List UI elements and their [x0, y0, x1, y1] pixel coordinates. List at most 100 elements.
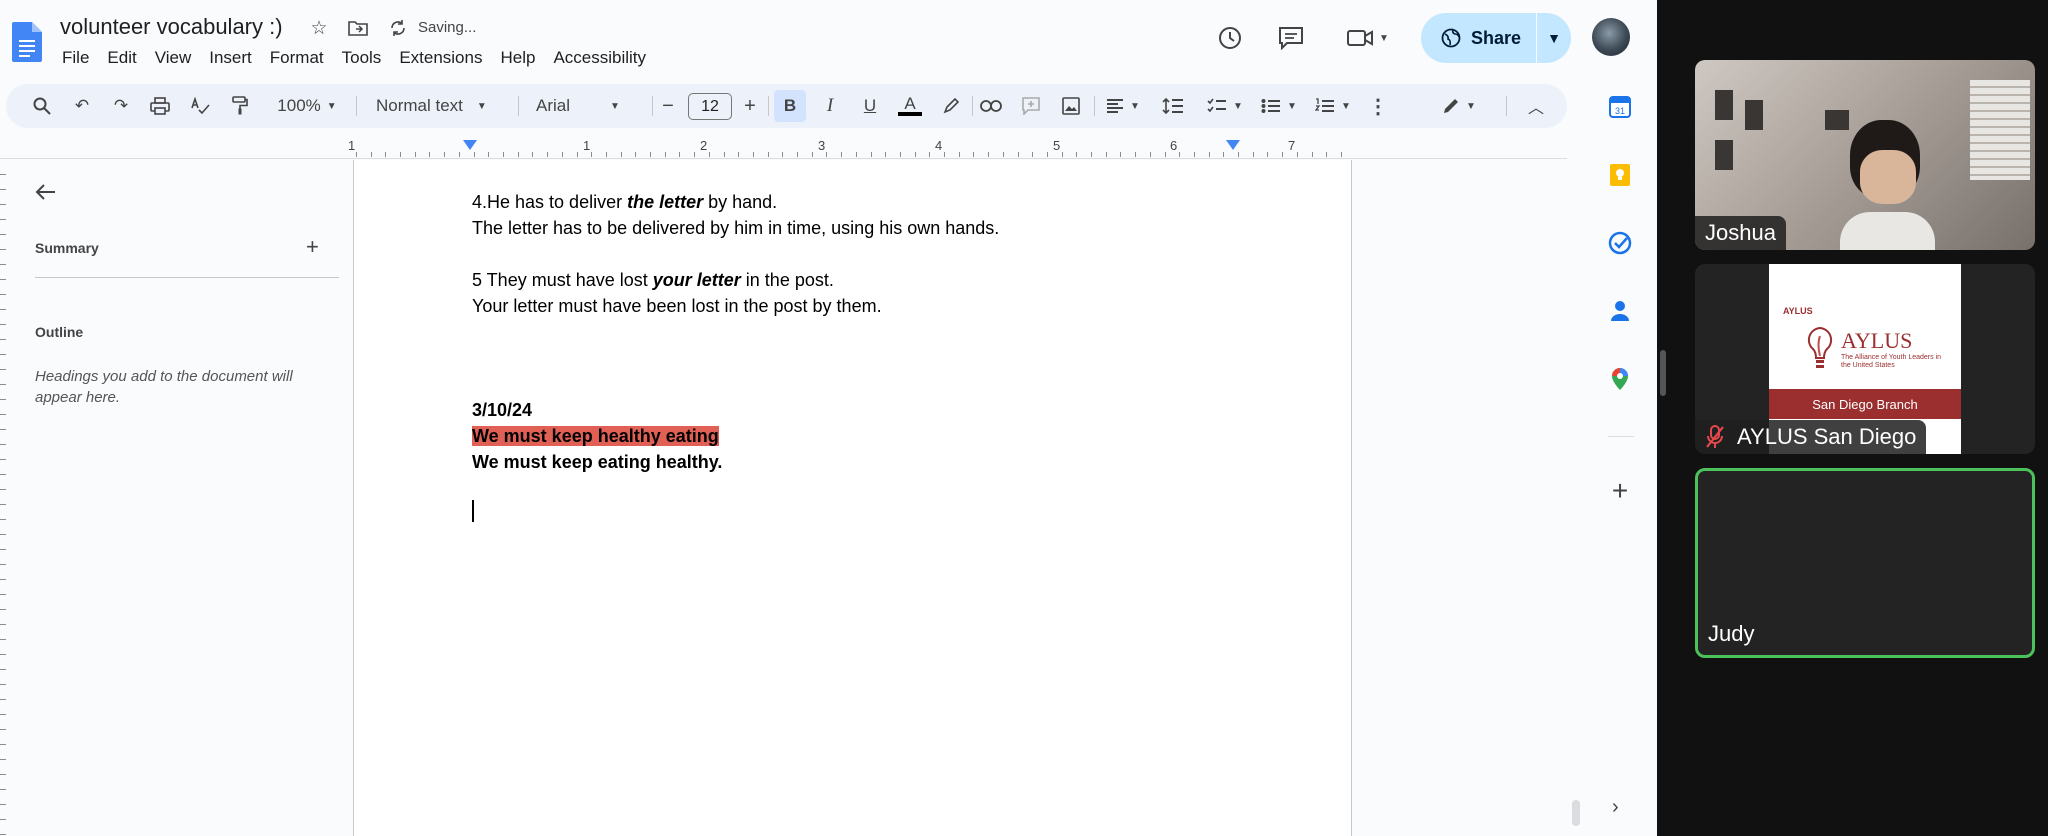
redo-icon[interactable]: ↷ — [107, 90, 135, 122]
star-icon[interactable]: ☆ — [307, 16, 331, 40]
style-select[interactable]: Normal text ▼ — [368, 90, 508, 122]
doc-line-5-emphasis: your letter — [652, 270, 741, 290]
left-indent-marker-icon[interactable] — [463, 140, 477, 150]
menu-file[interactable]: File — [62, 46, 98, 70]
numbered-list-icon[interactable]: ▼ — [1310, 90, 1356, 122]
line-spacing-icon[interactable] — [1156, 90, 1190, 122]
horizontal-ruler[interactable]: 1 1 2 3 4 5 6 7 — [0, 138, 1567, 160]
menu-tools[interactable]: Tools — [342, 46, 391, 70]
doc-line-5-prefix: 5 They must have lost — [472, 270, 653, 290]
ruler-tick — [356, 152, 357, 157]
underline-button[interactable]: U — [855, 90, 885, 122]
document-page[interactable] — [353, 160, 1352, 836]
ruler-number: 6 — [1170, 138, 1178, 153]
add-comment-icon[interactable] — [1016, 90, 1046, 122]
ruler-tick — [1209, 152, 1210, 157]
doc-line-4[interactable]: 4.He has to deliver the letter by hand. — [472, 192, 777, 213]
right-indent-marker-icon[interactable] — [1226, 140, 1240, 150]
ruler-tick — [1106, 152, 1107, 157]
menu-accessibility[interactable]: Accessibility — [553, 46, 655, 70]
window-split-handle[interactable] — [1660, 350, 1666, 396]
menu-edit[interactable]: Edit — [107, 46, 145, 70]
ruler-tick — [1150, 152, 1151, 157]
doc-line-5-rewrite[interactable]: Your letter must have been lost in the p… — [472, 296, 882, 317]
paint-format-icon[interactable] — [226, 90, 254, 122]
undo-icon[interactable]: ↶ — [68, 90, 96, 122]
share-button[interactable]: Share — [1421, 13, 1536, 63]
insert-link-icon[interactable] — [976, 90, 1006, 122]
doc-line-4-emphasis: the letter — [627, 192, 704, 212]
ruler-tick — [885, 152, 886, 157]
doc-wrong-sentence[interactable]: We must keep healthy eating — [472, 426, 719, 447]
participant-name: AYLUS San Diego — [1737, 424, 1917, 449]
ruler-number: 1 — [348, 138, 356, 153]
italic-button[interactable]: I — [815, 90, 845, 122]
tasks-icon[interactable] — [1605, 228, 1635, 258]
contacts-icon[interactable] — [1605, 296, 1635, 326]
docs-logo-icon[interactable] — [12, 22, 42, 62]
participant-tile-judy[interactable]: Judy — [1695, 468, 2035, 658]
toolbar-divider — [356, 96, 357, 116]
ruler-tick — [474, 152, 475, 157]
text-color-letter: A — [904, 94, 916, 113]
doc-date[interactable]: 3/10/24 — [472, 400, 532, 421]
maps-icon[interactable] — [1605, 364, 1635, 394]
outline-divider — [35, 277, 339, 278]
ruler-tick — [929, 152, 930, 157]
keep-icon[interactable] — [1605, 160, 1635, 190]
ruler-tick — [400, 152, 401, 157]
hide-menus-chevron-up-icon[interactable]: ︿ — [1522, 90, 1550, 122]
zoom-select[interactable]: 100% ▼ — [266, 90, 348, 122]
highlight-pen-icon[interactable] — [936, 90, 966, 122]
menu-extensions[interactable]: Extensions — [399, 46, 491, 70]
bulleted-list-icon[interactable]: ▼ — [1256, 90, 1302, 122]
menu-insert[interactable]: Insert — [209, 46, 261, 70]
font-size-input[interactable]: 12 — [688, 93, 732, 120]
text-color-button[interactable]: A — [895, 90, 925, 122]
ruler-tick — [503, 152, 504, 157]
meet-icon[interactable]: ▼ — [1342, 22, 1394, 54]
menu-help[interactable]: Help — [500, 46, 544, 70]
account-avatar[interactable] — [1592, 18, 1630, 56]
print-icon[interactable] — [146, 90, 174, 122]
ruler-tick — [973, 152, 974, 157]
ruler-tick — [650, 152, 651, 157]
participant-tile-aylus-san-diego[interactable]: AYLUS AYLUS The Alliance of Youth Leader… — [1695, 264, 2035, 454]
search-menus-icon[interactable] — [28, 90, 56, 122]
spellcheck-icon[interactable] — [186, 90, 214, 122]
align-left-icon[interactable]: ▼ — [1100, 90, 1146, 122]
document-title[interactable]: volunteer vocabulary :) — [60, 14, 283, 40]
ruler-tick — [738, 152, 739, 157]
share-options-caret-icon[interactable]: ▼ — [1537, 13, 1571, 63]
bold-button[interactable]: B — [774, 90, 806, 122]
editing-mode-icon[interactable]: ▼ — [1434, 90, 1484, 122]
ruler-tick — [988, 152, 989, 157]
saving-sync-icon — [386, 16, 410, 40]
calendar-icon[interactable]: 31 — [1605, 92, 1635, 122]
toolbar-divider — [518, 96, 519, 116]
get-addons-plus-icon[interactable]: + — [1605, 475, 1635, 506]
text-color-swatch — [898, 112, 922, 116]
menu-format[interactable]: Format — [270, 46, 333, 70]
insert-image-icon[interactable] — [1056, 90, 1086, 122]
version-history-icon[interactable] — [1214, 22, 1246, 54]
comments-icon[interactable] — [1275, 22, 1307, 54]
participant-tile-joshua[interactable]: Joshua — [1695, 60, 2035, 250]
ruler-tick — [1282, 152, 1283, 157]
ruler-tick — [444, 152, 445, 157]
doc-line-5[interactable]: 5 They must have lost your letter in the… — [472, 270, 834, 291]
increase-font-size-icon[interactable]: + — [738, 90, 762, 122]
horizontal-scrollbar[interactable] — [1572, 800, 1580, 826]
menu-view[interactable]: View — [155, 46, 201, 70]
doc-correct-sentence[interactable]: We must keep eating healthy. — [472, 452, 722, 473]
decrease-font-size-icon[interactable]: − — [656, 90, 680, 122]
show-side-panel-chevron-right-icon[interactable]: › — [1612, 796, 1619, 819]
font-select[interactable]: Arial ▼ — [528, 90, 646, 122]
move-folder-icon[interactable] — [346, 16, 370, 40]
checklist-icon[interactable]: ▼ — [1202, 90, 1248, 122]
doc-line-4-suffix: by hand. — [703, 192, 778, 212]
close-outline-arrow-left-icon[interactable] — [34, 180, 60, 206]
add-summary-plus-icon[interactable]: + — [306, 234, 319, 260]
more-options-icon[interactable]: ⋮ — [1368, 90, 1388, 122]
doc-line-4-rewrite[interactable]: The letter has to be delivered by him in… — [472, 218, 999, 239]
